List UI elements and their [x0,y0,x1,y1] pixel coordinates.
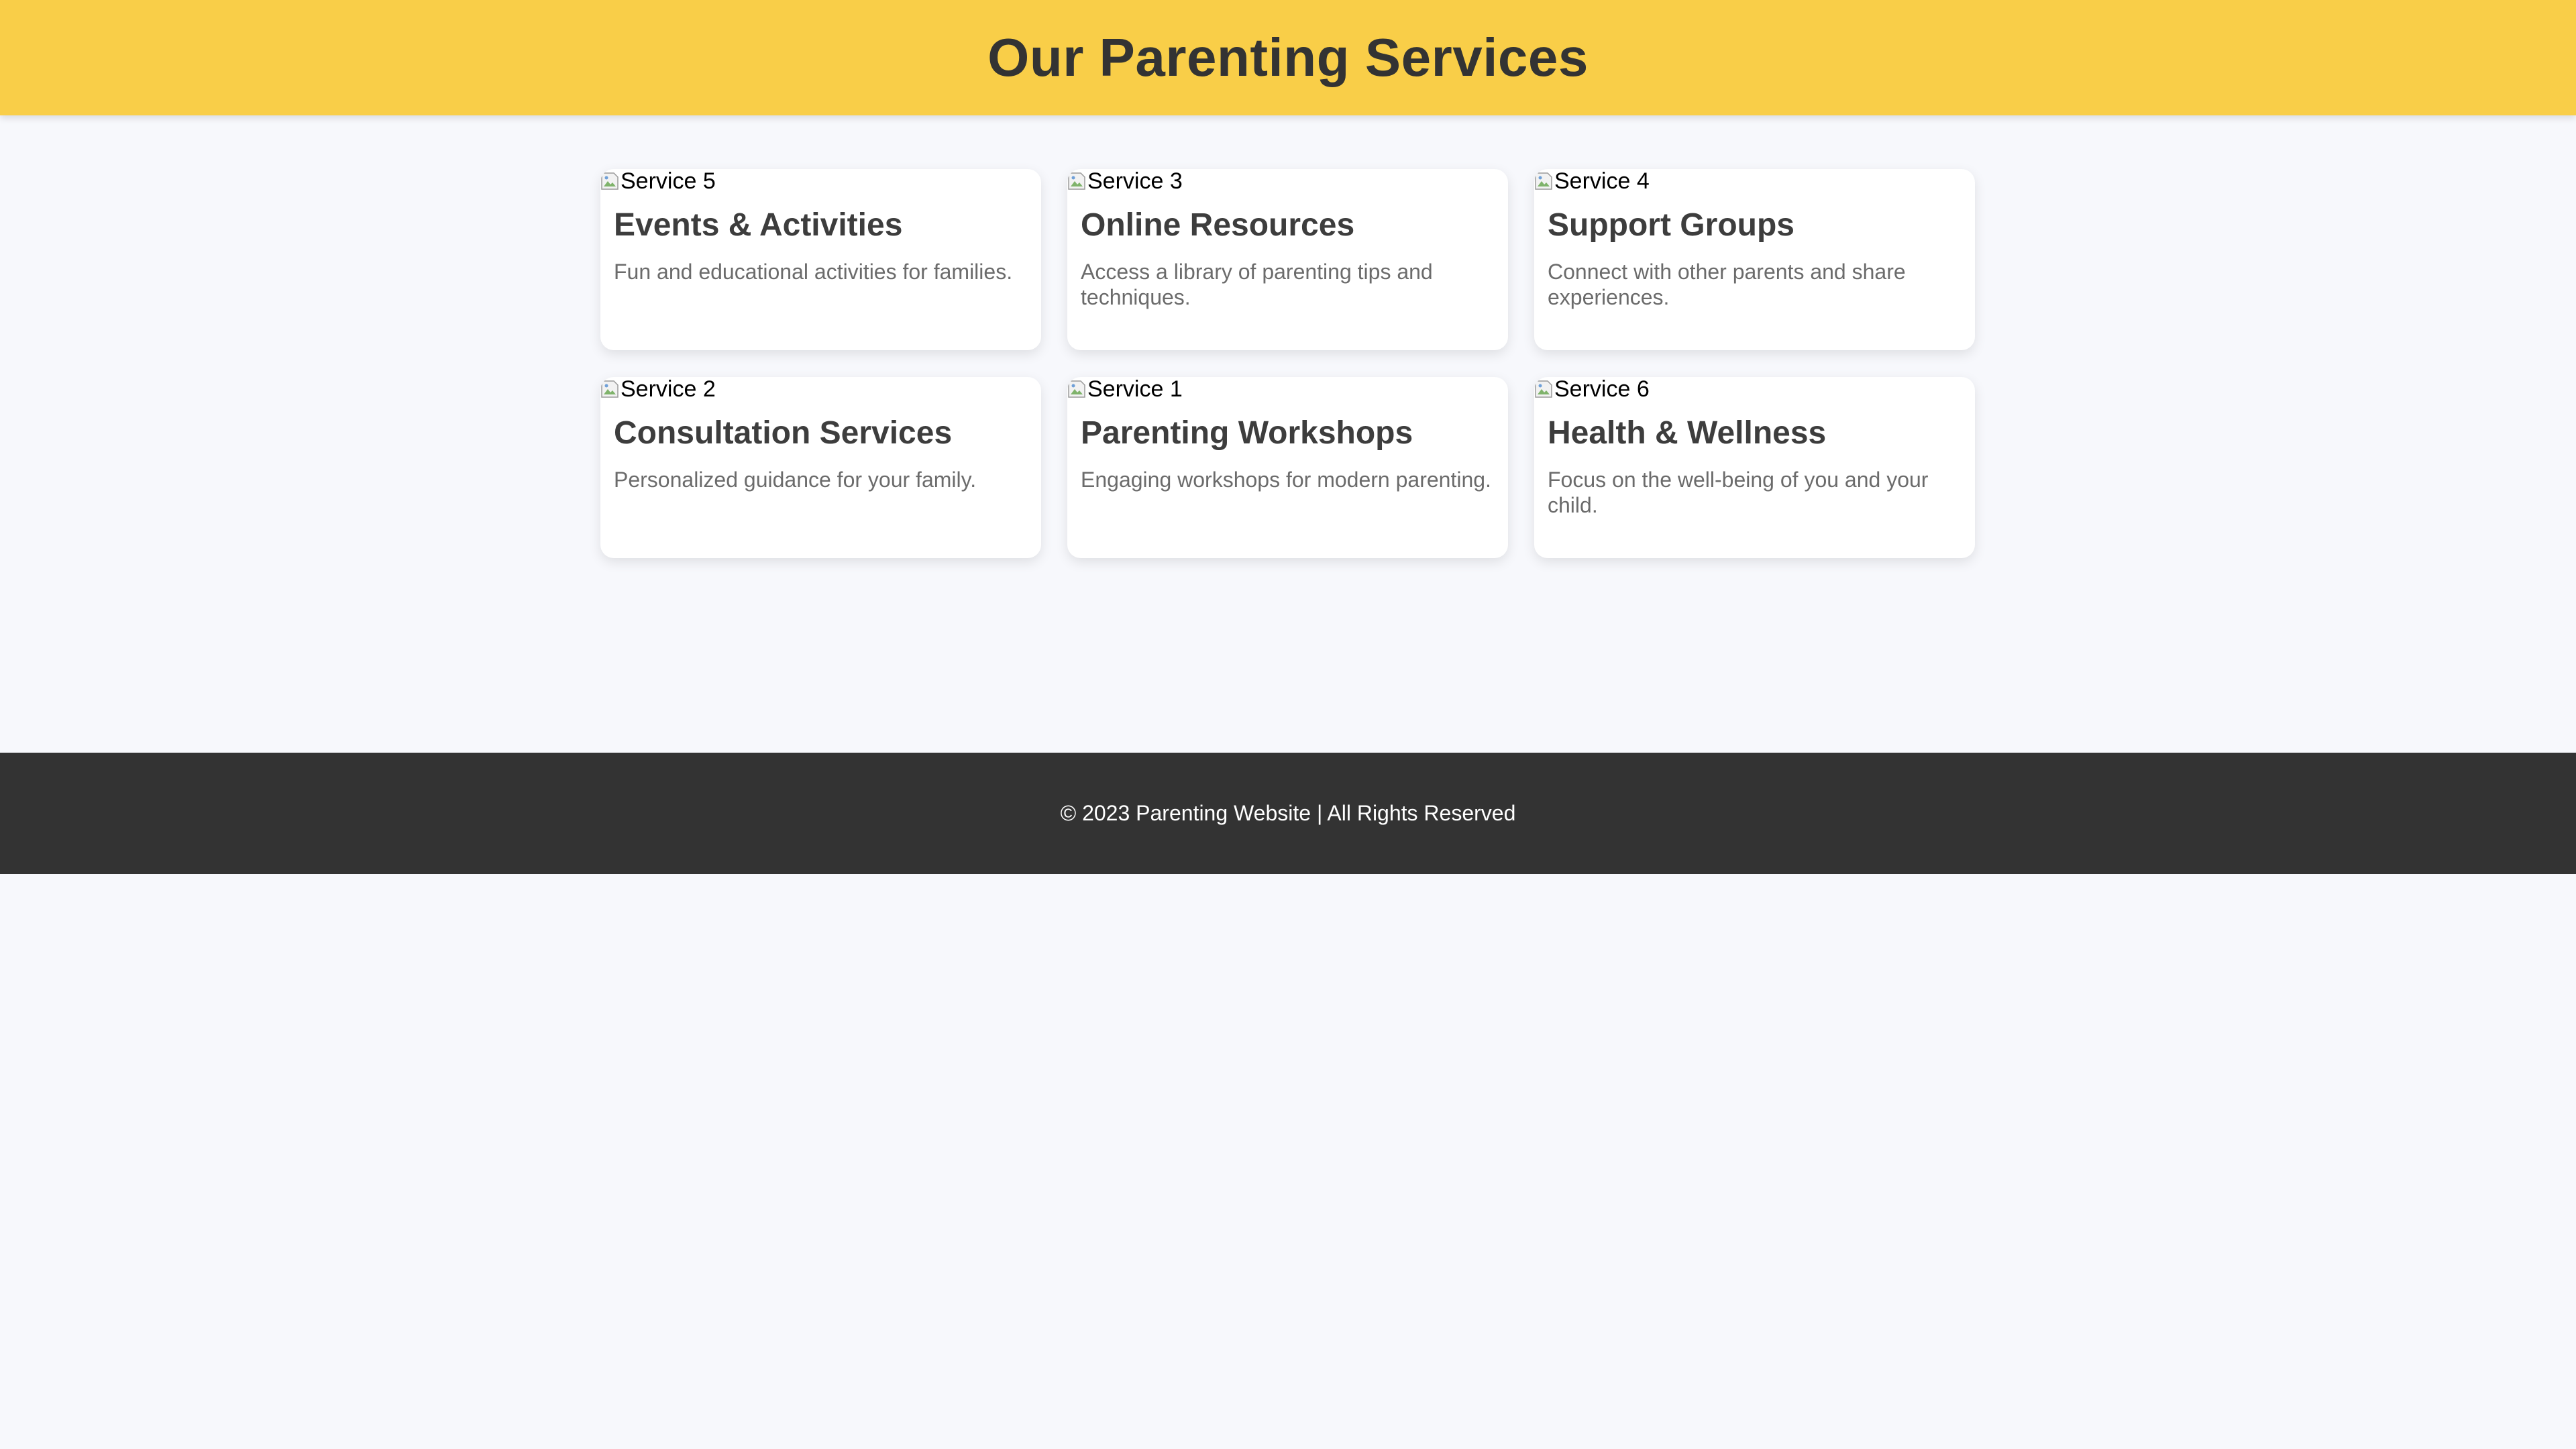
service-image-alt: Service 4 [1554,169,1650,194]
service-description: Access a library of parenting tips and t… [1081,260,1433,309]
service-description: Focus on the well-being of you and your … [1548,468,1929,517]
page-header: Our Parenting Services [0,0,2576,115]
service-image: Service 1 [1067,377,1508,401]
service-card[interactable]: Service 1 Parenting Workshops Engaging w… [1067,377,1508,558]
broken-image-icon [600,378,621,400]
service-card-body: Consultation Services Personalized guida… [600,415,1041,492]
service-card[interactable]: Service 3 Online Resources Access a libr… [1067,169,1508,350]
service-card-body: Health & Wellness Focus on the well-bein… [1534,415,1975,518]
broken-image-icon [600,170,621,192]
service-image: Service 6 [1534,377,1975,401]
service-image-alt: Service 2 [621,377,716,402]
service-card-body: Events & Activities Fun and educational … [600,207,1041,284]
service-card-body: Parenting Workshops Engaging workshops f… [1067,415,1508,492]
service-image: Service 2 [600,377,1041,401]
broken-image-icon [1067,170,1087,192]
service-card[interactable]: Service 4 Support Groups Connect with ot… [1534,169,1975,350]
service-description: Personalized guidance for your family. [614,468,977,492]
services-grid: Service 5 Events & Activities Fun and ed… [600,169,1976,558]
service-image: Service 3 [1067,169,1508,193]
service-description: Engaging workshops for modern parenting. [1081,468,1491,492]
service-title: Online Resources [1081,207,1355,243]
service-title: Parenting Workshops [1081,415,1413,451]
service-description: Fun and educational activities for famil… [614,260,1013,284]
service-image: Service 4 [1534,169,1975,193]
service-card[interactable]: Service 5 Events & Activities Fun and ed… [600,169,1041,350]
service-title: Events & Activities [614,207,903,243]
page-title: Our Parenting Services [987,28,1589,87]
broken-image-icon [1067,378,1087,400]
copyright-text: © 2023 Parenting Website | All Rights Re… [1060,801,1516,825]
service-image-alt: Service 3 [1087,169,1183,194]
service-card-body: Support Groups Connect with other parent… [1534,207,1975,310]
service-title: Health & Wellness [1548,415,1827,451]
service-title: Consultation Services [614,415,953,451]
broken-image-icon [1534,170,1554,192]
services-section: Service 5 Events & Activities Fun and ed… [0,115,2576,639]
page-footer: © 2023 Parenting Website | All Rights Re… [0,753,2576,874]
service-card[interactable]: Service 6 Health & Wellness Focus on the… [1534,377,1975,558]
service-description: Connect with other parents and share exp… [1548,260,1906,309]
service-image-alt: Service 1 [1087,377,1183,402]
broken-image-icon [1534,378,1554,400]
service-card[interactable]: Service 2 Consultation Services Personal… [600,377,1041,558]
service-image-alt: Service 6 [1554,377,1650,402]
service-card-body: Online Resources Access a library of par… [1067,207,1508,310]
service-title: Support Groups [1548,207,1794,243]
service-image: Service 5 [600,169,1041,193]
service-image-alt: Service 5 [621,169,716,194]
